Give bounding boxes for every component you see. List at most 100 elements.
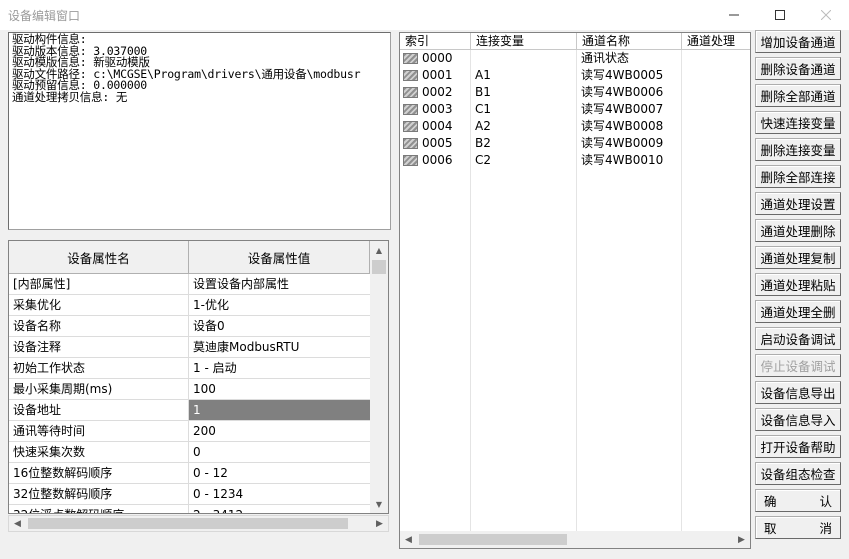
scroll-thumb[interactable] bbox=[372, 260, 386, 274]
property-rows: [内部属性] 设置设备内部属性 采集优化 1-优化 设备名称 设备0 设备注释 莫迪康Modb… bbox=[9, 274, 370, 513]
open-device-help-button[interactable]: 打开设备帮助 bbox=[755, 435, 841, 458]
property-row[interactable]: 初始工作状态 1 - 启动 bbox=[9, 358, 370, 379]
channel-name-cell: 读写4WB0010 bbox=[577, 152, 682, 169]
channel-name-cell: 读写4WB0006 bbox=[577, 84, 682, 101]
driver-info-box[interactable]: 驱动构件信息: 驱动版本信息: 3.037000 驱动模版信息: 新驱动模版 驱… bbox=[8, 32, 391, 230]
property-value-cell[interactable]: 1-优化 bbox=[189, 295, 370, 315]
stop-device-debug-button[interactable]: 停止设备调试 bbox=[755, 354, 841, 377]
property-name-cell: 32位整数解码顺序 bbox=[9, 484, 189, 504]
property-horizontal-scrollbar[interactable]: ◀ ▶ bbox=[8, 515, 389, 532]
device-property-grid: 设备属性名 设备属性值 [内部属性] 设置设备内部属性 采集优化 1-优化 设备名称 设备… bbox=[8, 240, 389, 514]
channel-name-cell: 通讯状态 bbox=[577, 50, 682, 67]
channel-row[interactable]: 0003 C1 读写4WB0007 bbox=[400, 101, 750, 118]
col-header-connected-variable[interactable]: 连接变量 bbox=[471, 33, 577, 50]
channel-variable-cell bbox=[471, 50, 577, 67]
property-value-cell[interactable]: 0 - 1234 bbox=[189, 484, 370, 504]
channel-processing-paste-button[interactable]: 通道处理粘贴 bbox=[755, 273, 841, 296]
channel-processing-delete-button[interactable]: 通道处理删除 bbox=[755, 219, 841, 242]
close-icon bbox=[821, 10, 831, 20]
channel-row[interactable]: 0006 C2 读写4WB0010 bbox=[400, 152, 750, 169]
property-row[interactable]: [内部属性] 设置设备内部属性 bbox=[9, 274, 370, 295]
channel-processing-cell bbox=[682, 101, 750, 118]
property-vertical-scrollbar[interactable]: ▲ ▼ bbox=[370, 241, 388, 513]
channel-variable-cell: B2 bbox=[471, 135, 577, 152]
property-value-cell[interactable]: 0 - 12 bbox=[189, 463, 370, 483]
property-name-cell: 采集优化 bbox=[9, 295, 189, 315]
property-value-header[interactable]: 设备属性值 bbox=[189, 241, 370, 274]
channel-index-text: 0002 bbox=[422, 85, 453, 99]
col-header-channel-name[interactable]: 通道名称 bbox=[577, 33, 682, 50]
property-value-cell[interactable]: 设置设备内部属性 bbox=[189, 274, 370, 294]
scroll-right-arrow-icon[interactable]: ▶ bbox=[371, 516, 388, 531]
delete-connection-button[interactable]: 删除连接变量 bbox=[755, 138, 841, 161]
property-row[interactable]: 最小采集周期(ms) 100 bbox=[9, 379, 370, 400]
maximize-button[interactable] bbox=[757, 0, 803, 30]
channel-row[interactable]: 0000 通讯状态 bbox=[400, 50, 750, 67]
property-row[interactable]: 设备名称 设备0 bbox=[9, 316, 370, 337]
start-device-debug-button[interactable]: 启动设备调试 bbox=[755, 327, 841, 350]
delete-all-channels-button[interactable]: 删除全部通道 bbox=[755, 84, 841, 107]
channel-processing-cell bbox=[682, 84, 750, 101]
property-name-cell: 初始工作状态 bbox=[9, 358, 189, 378]
channel-icon bbox=[403, 121, 418, 132]
channel-name-cell: 读写4WB0005 bbox=[577, 67, 682, 84]
property-value-cell[interactable]: 100 bbox=[189, 379, 370, 399]
property-row[interactable]: 快速采集次数 0 bbox=[9, 442, 370, 463]
channel-row[interactable]: 0002 B1 读写4WB0006 bbox=[400, 84, 750, 101]
minimize-icon bbox=[729, 14, 739, 16]
property-value-cell[interactable]: 1 bbox=[189, 400, 370, 420]
confirm-button[interactable]: 确 认 bbox=[755, 489, 841, 512]
channel-processing-cell bbox=[682, 50, 750, 67]
channel-index-text: 0003 bbox=[422, 102, 453, 116]
property-row[interactable]: 32位整数解码顺序 0 - 1234 bbox=[9, 484, 370, 505]
channel-processing-settings-button[interactable]: 通道处理设置 bbox=[755, 192, 841, 215]
channel-row[interactable]: 0004 A2 读写4WB0008 bbox=[400, 118, 750, 135]
property-row[interactable]: 32位浮点数解码顺序2 - 3412 bbox=[9, 505, 370, 513]
property-value-cell[interactable]: 设备0 bbox=[189, 316, 370, 336]
delete-all-connections-button[interactable]: 删除全部连接 bbox=[755, 165, 841, 188]
scroll-up-arrow-icon[interactable]: ▲ bbox=[370, 241, 388, 259]
channel-index-cell: 0006 bbox=[400, 152, 471, 169]
col-header-index[interactable]: 索引 bbox=[400, 33, 471, 50]
property-value-cell[interactable]: 莫迪康ModbusRTU bbox=[189, 337, 370, 357]
property-row[interactable]: 设备注释 莫迪康ModbusRTU bbox=[9, 337, 370, 358]
property-row[interactable]: 通讯等待时间 200 bbox=[9, 421, 370, 442]
scroll-right-arrow-icon[interactable]: ▶ bbox=[733, 531, 750, 548]
close-button[interactable] bbox=[803, 0, 849, 30]
property-value-cell[interactable]: 200 bbox=[189, 421, 370, 441]
scroll-down-arrow-icon[interactable]: ▼ bbox=[370, 495, 388, 513]
property-value-cell[interactable]: 1 - 启动 bbox=[189, 358, 370, 378]
channel-row[interactable]: 0005 B2 读写4WB0009 bbox=[400, 135, 750, 152]
channel-row[interactable]: 0001 A1 读写4WB0005 bbox=[400, 67, 750, 84]
channel-icon bbox=[403, 70, 418, 81]
col-header-channel-processing[interactable]: 通道处理 bbox=[682, 33, 750, 50]
channel-variable-cell: B1 bbox=[471, 84, 577, 101]
channel-horizontal-scrollbar[interactable]: ◀ ▶ bbox=[400, 531, 750, 548]
device-config-check-button[interactable]: 设备组态检查 bbox=[755, 462, 841, 485]
property-row[interactable]: 采集优化 1-优化 bbox=[9, 295, 370, 316]
property-row[interactable]: 设备地址 1 bbox=[9, 400, 370, 421]
scroll-left-arrow-icon[interactable]: ◀ bbox=[400, 531, 417, 548]
quick-connect-variable-button[interactable]: 快速连接变量 bbox=[755, 111, 841, 134]
channel-index-cell: 0001 bbox=[400, 67, 471, 84]
minimize-button[interactable] bbox=[711, 0, 757, 30]
cancel-button[interactable]: 取 消 bbox=[755, 516, 841, 539]
property-value-cell[interactable]: 0 bbox=[189, 442, 370, 462]
import-device-info-button[interactable]: 设备信息导入 bbox=[755, 408, 841, 431]
cancel-label-left: 取 bbox=[764, 521, 777, 536]
property-name-cell: 设备注释 bbox=[9, 337, 189, 357]
property-name-cell: 设备地址 bbox=[9, 400, 189, 420]
scroll-thumb[interactable] bbox=[419, 534, 567, 545]
confirm-label-left: 确 bbox=[764, 494, 777, 509]
channel-variable-cell: A2 bbox=[471, 118, 577, 135]
scroll-thumb[interactable] bbox=[28, 518, 348, 529]
scroll-left-arrow-icon[interactable]: ◀ bbox=[9, 516, 26, 531]
channel-processing-copy-button[interactable]: 通道处理复制 bbox=[755, 246, 841, 269]
add-channel-button[interactable]: 增加设备通道 bbox=[755, 30, 841, 53]
export-device-info-button[interactable]: 设备信息导出 bbox=[755, 381, 841, 404]
delete-channel-button[interactable]: 删除设备通道 bbox=[755, 57, 841, 80]
property-row[interactable]: 16位整数解码顺序 0 - 12 bbox=[9, 463, 370, 484]
property-name-header[interactable]: 设备属性名 bbox=[9, 241, 189, 274]
property-value-cell[interactable]: 2 - 3412 bbox=[189, 505, 370, 513]
channel-processing-delete-all-button[interactable]: 通道处理全删 bbox=[755, 300, 841, 323]
